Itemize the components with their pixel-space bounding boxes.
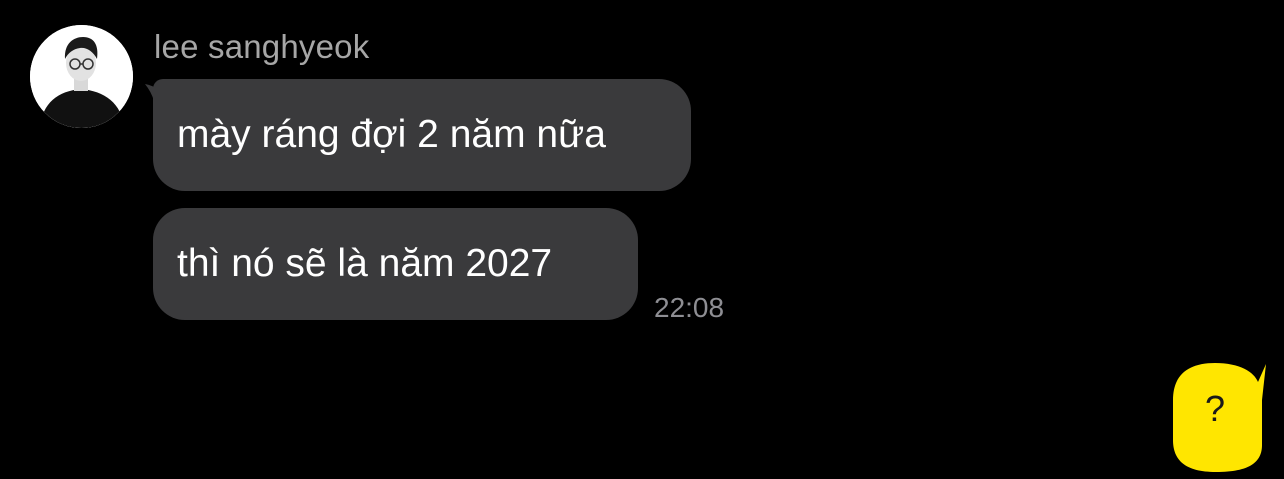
message-bubble[interactable]: thì nó sẽ là năm 2027 xyxy=(153,208,638,320)
chat-view: lee sanghyeok mày ráng đợi 2 năm nữa thì… xyxy=(0,0,1284,479)
avatar[interactable] xyxy=(30,25,133,128)
speech-bubble-icon[interactable] xyxy=(1170,360,1270,475)
message-bubble[interactable]: mày ráng đợi 2 năm nữa xyxy=(153,79,691,191)
message-timestamp: 22:08 xyxy=(654,292,725,323)
sender-name: lee sanghyeok xyxy=(154,28,370,65)
person-icon xyxy=(30,25,133,128)
